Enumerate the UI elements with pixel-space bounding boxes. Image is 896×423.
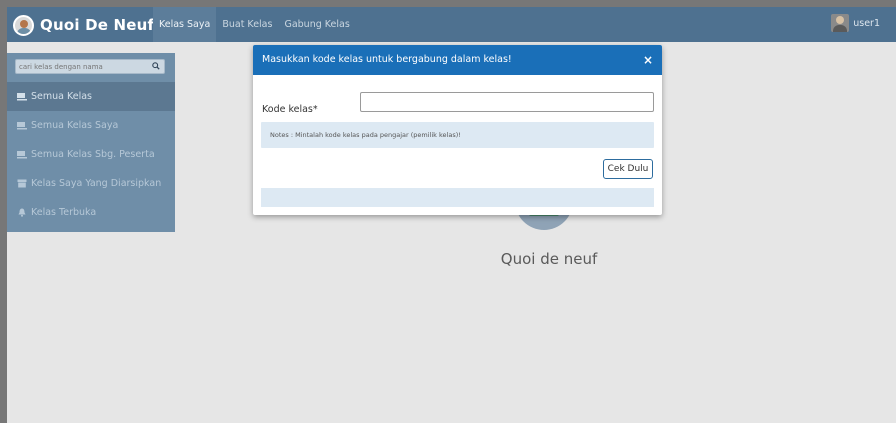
bell-icon	[18, 208, 26, 217]
sidebar-item-kelas-diarsipkan[interactable]: Kelas Saya Yang Diarsipkan	[7, 169, 175, 198]
main-title: Quoi de neuf	[500, 250, 598, 268]
nav-link-kelas-saya[interactable]: Kelas Saya	[153, 7, 217, 42]
user-menu[interactable]: user1	[831, 13, 880, 33]
class-icon	[17, 122, 27, 130]
archive-icon	[17, 179, 27, 188]
class-code-label: Kode kelas*	[262, 104, 318, 115]
sidebar-item-label: Kelas Terbuka	[31, 207, 97, 218]
modal-header: Masukkan kode kelas untuk bergabung dala…	[253, 45, 662, 75]
brand-logo	[13, 14, 34, 36]
class-icon	[17, 151, 27, 159]
sidebar-item-label: Semua Kelas Saya	[31, 120, 119, 131]
nav-links: Kelas Saya Buat Kelas Gabung Kelas	[153, 7, 356, 42]
search-icon[interactable]	[152, 62, 160, 70]
sidebar-item-semua-kelas-saya[interactable]: Semua Kelas Saya	[7, 111, 175, 140]
search-input[interactable]	[19, 60, 147, 73]
sidebar-search	[15, 59, 165, 74]
avatar	[831, 14, 850, 32]
notes-box: Notes : Mintalah kode kelas pada pengaja…	[261, 122, 654, 148]
sidebar-item-label: Semua Kelas	[31, 91, 93, 102]
sidebar-item-semua-kelas[interactable]: Semua Kelas	[7, 82, 175, 111]
result-box	[261, 188, 654, 207]
class-icon	[17, 93, 27, 101]
app-page: Quoi De Neuf Kelas Saya Buat Kelas Gabun…	[7, 7, 896, 423]
brand-name: Quoi De Neuf	[40, 16, 155, 34]
class-code-input[interactable]	[360, 92, 654, 112]
sidebar: Semua Kelas Semua Kelas Saya Semua Kelas…	[7, 53, 175, 232]
sidebar-item-label: Kelas Saya Yang Diarsipkan	[31, 178, 162, 189]
user-name: user1	[853, 17, 880, 29]
join-class-modal: Masukkan kode kelas untuk bergabung dala…	[253, 45, 662, 215]
sidebar-item-kelas-terbuka[interactable]: Kelas Terbuka	[7, 198, 175, 227]
brand[interactable]: Quoi De Neuf	[13, 13, 154, 37]
sidebar-item-label: Semua Kelas Sbg. Peserta	[31, 149, 155, 160]
close-icon[interactable]: ×	[641, 53, 655, 67]
nav-link-gabung-kelas[interactable]: Gabung Kelas	[278, 7, 355, 42]
check-button[interactable]: Cek Dulu	[603, 159, 653, 179]
notes-text: Notes : Mintalah kode kelas pada pengaja…	[270, 131, 461, 139]
nav-link-buat-kelas[interactable]: Buat Kelas	[216, 7, 278, 42]
sidebar-item-semua-kelas-peserta[interactable]: Semua Kelas Sbg. Peserta	[7, 140, 175, 169]
modal-title: Masukkan kode kelas untuk bergabung dala…	[262, 54, 512, 65]
navbar: Quoi De Neuf Kelas Saya Buat Kelas Gabun…	[7, 7, 896, 42]
